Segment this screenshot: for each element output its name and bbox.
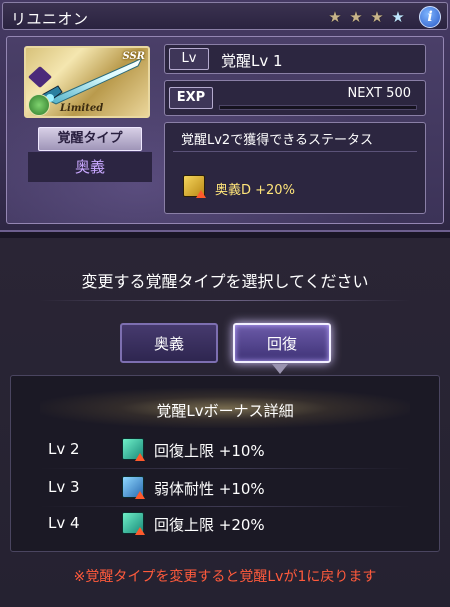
bonus-row: Lv 2 回復上限 +10% <box>10 432 440 468</box>
awaken-type-label: 覚醒タイプ <box>38 127 142 151</box>
weapon-sword-icon <box>39 56 144 105</box>
divider <box>40 300 410 301</box>
heal-cap-icon <box>122 438 145 461</box>
heal-cap-icon <box>122 512 145 535</box>
ougi-damage-icon <box>183 175 206 198</box>
awaken-type-value: 奥義 <box>28 152 152 182</box>
selector-prompt: 変更する覚醒タイプを選択してください <box>81 272 369 291</box>
reset-warning-text: ※覚醒タイプを変更すると覚醒Lvが1に戻ります <box>73 569 377 585</box>
star-blue-icon: ★ <box>391 8 405 26</box>
weapon-card[interactable]: SSR Limited <box>24 46 150 118</box>
next-exp-text: NEXT 500 <box>347 86 411 101</box>
bonus-level: Lv 2 <box>48 440 80 458</box>
exp-row: EXP NEXT 500 <box>164 80 426 116</box>
star-icon: ★ <box>349 8 363 26</box>
star-icon: ★ <box>328 8 342 26</box>
staff-type-icon <box>28 94 50 116</box>
bonus-row: Lv 3 弱体耐性 +10% <box>10 470 440 506</box>
exp-progress-bar <box>219 105 417 110</box>
next-status-box: 覚醒Lv2で獲得できるステータス 奥義D +20% <box>164 122 426 214</box>
bonus-title: 覚醒Lvボーナス詳細 <box>156 402 294 420</box>
lv-tag: Lv <box>169 48 209 70</box>
title-bar: リユニオン ★ ★ ★ ★ i <box>2 2 448 30</box>
bonus-text: 弱体耐性 +10% <box>154 480 265 498</box>
type-option-heal-button[interactable]: 回復 <box>233 323 331 363</box>
awaken-level-row: Lv 覚醒Lv 1 <box>164 44 426 74</box>
exp-tag: EXP <box>169 87 213 109</box>
divider <box>40 468 410 469</box>
rarity-badge: SSR <box>122 51 145 62</box>
star-rating: ★ ★ ★ ★ <box>326 8 407 26</box>
next-status-title: 覚醒Lv2で獲得できるステータス <box>181 133 373 148</box>
limited-tag: Limited <box>60 103 104 114</box>
next-status-text: 奥義D +20% <box>215 183 295 198</box>
bonus-text: 回復上限 +10% <box>154 442 265 460</box>
bonus-row: Lv 4 回復上限 +20% <box>10 506 440 542</box>
awaken-level-value: 覚醒Lv 1 <box>221 52 283 70</box>
divider <box>173 151 417 152</box>
page-title: リユニオン <box>11 10 89 28</box>
bonus-text: 回復上限 +20% <box>154 516 265 534</box>
star-icon: ★ <box>370 8 384 26</box>
selection-pointer-icon <box>272 364 288 374</box>
type-option-ougi-button[interactable]: 奥義 <box>120 323 218 363</box>
bonus-level: Lv 3 <box>48 478 80 496</box>
debuff-resist-icon <box>122 476 145 499</box>
bonus-level: Lv 4 <box>48 514 80 532</box>
info-icon[interactable]: i <box>419 6 441 28</box>
